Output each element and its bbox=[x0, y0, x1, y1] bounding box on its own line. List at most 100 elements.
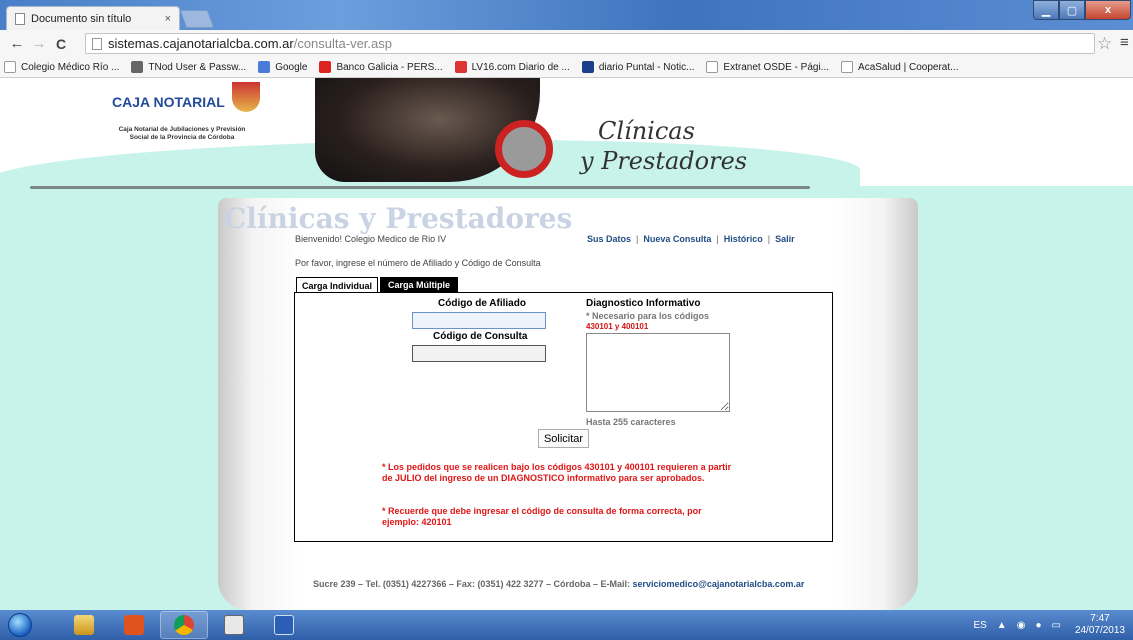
afiliado-input[interactable] bbox=[412, 312, 546, 329]
reload-button[interactable]: C bbox=[50, 36, 72, 52]
bookmark-label: LV16.com Diario de ... bbox=[471, 61, 570, 73]
url-input[interactable]: sistemas.cajanotarialcba.com.ar/consulta… bbox=[85, 33, 1095, 54]
bookmark-item[interactable]: TNod User & Passw... bbox=[131, 61, 246, 73]
header-title-line2: y Prestadores bbox=[580, 147, 748, 175]
stethoscope-icon bbox=[495, 120, 553, 178]
taskbar-word[interactable] bbox=[260, 611, 308, 639]
tray-app-icon[interactable]: ● bbox=[1035, 620, 1041, 631]
bookmark-item[interactable]: Banco Galicia - PERS... bbox=[319, 61, 443, 73]
tab-carga-individual[interactable]: Carga Individual bbox=[296, 277, 378, 293]
tab-close-icon[interactable]: × bbox=[165, 13, 171, 25]
address-bar: ← → C sistemas.cajanotarialcba.com.ar/co… bbox=[0, 30, 1133, 57]
diagnostico-note: * Necesario para los códigos bbox=[586, 311, 710, 321]
form-prompt: Por favor, ingrese el número de Afiliado… bbox=[295, 258, 541, 268]
shield-icon bbox=[231, 82, 260, 112]
page-icon bbox=[92, 37, 102, 50]
page-watermark: Clínicas y Prestadores bbox=[224, 202, 573, 235]
forward-button[interactable]: → bbox=[28, 35, 50, 52]
bookmark-item[interactable]: AcaSalud | Cooperat... bbox=[841, 61, 958, 73]
title-bar: Documento sin título × ▁ ▢ x bbox=[0, 0, 1133, 30]
nav-salir[interactable]: Salir bbox=[775, 234, 795, 244]
warning-codigo: * Recuerde que debe ingresar el código d… bbox=[382, 506, 702, 527]
bookmark-star-icon[interactable]: ☆ bbox=[1097, 34, 1112, 54]
bookmark-label: Colegio Médico Río ... bbox=[21, 61, 120, 73]
new-tab-button[interactable] bbox=[179, 10, 215, 28]
clock-time: 7:47 bbox=[1090, 613, 1110, 624]
close-window-button[interactable]: x bbox=[1085, 0, 1131, 20]
puntal-icon bbox=[581, 61, 594, 73]
diagnostico-label: Diagnostico Informativo bbox=[586, 298, 701, 309]
nav-separator: | bbox=[716, 234, 719, 244]
bookmarks-bar: Colegio Médico Río ... TNod User & Passw.… bbox=[0, 57, 1133, 78]
site-footer: Sucre 239 – Tel. (0351) 4227366 – Fax: (… bbox=[313, 579, 804, 589]
bookmark-label: Extranet OSDE - Pági... bbox=[723, 61, 830, 73]
consulta-input[interactable] bbox=[412, 345, 546, 362]
system-tray: ES ▲ ◉ ● ▭ 7:47 24/07/2013 bbox=[963, 610, 1133, 640]
folder-icon bbox=[74, 615, 94, 635]
clock[interactable]: 7:47 24/07/2013 bbox=[1075, 613, 1125, 637]
bookmark-label: TNod User & Passw... bbox=[148, 61, 247, 73]
diagnostico-limit: Hasta 255 caracteres bbox=[586, 417, 676, 427]
galicia-icon bbox=[319, 61, 332, 73]
taskbar-outlook[interactable] bbox=[110, 611, 158, 639]
bookmark-item[interactable]: Extranet OSDE - Pági... bbox=[706, 61, 829, 73]
logo-subtitle: Caja Notarial de Jubilaciones y Previsió… bbox=[118, 126, 246, 141]
window-controls: ▁ ▢ x bbox=[1033, 0, 1131, 20]
tab-carga-multiple[interactable]: Carga Múltiple bbox=[380, 277, 458, 293]
page-icon bbox=[841, 61, 854, 73]
footer-address: Sucre 239 – Tel. (0351) 4227366 – Fax: (… bbox=[313, 579, 631, 589]
app-window-icon bbox=[224, 615, 244, 635]
language-indicator[interactable]: ES bbox=[973, 620, 986, 631]
bookmark-item[interactable]: diario Puntal - Notic... bbox=[581, 61, 695, 73]
taskbar-chrome[interactable] bbox=[160, 611, 208, 639]
warning-diagnostico: * Los pedidos que se realicen bajo los c… bbox=[382, 462, 732, 483]
tray-monitor-icon[interactable]: ▭ bbox=[1051, 620, 1060, 631]
url-host: sistemas.cajanotarialcba.com.ar bbox=[108, 36, 294, 51]
word-icon bbox=[274, 615, 294, 635]
chrome-icon bbox=[174, 615, 194, 635]
top-nav: Sus Datos | Nueva Consulta | Histórico | Salir bbox=[587, 234, 795, 244]
form-panel bbox=[294, 292, 833, 542]
google-icon bbox=[258, 61, 271, 73]
lv16-icon bbox=[454, 61, 467, 73]
header-title-line1: Clínicas bbox=[598, 117, 695, 145]
start-button[interactable] bbox=[0, 610, 40, 640]
gear-icon bbox=[131, 61, 144, 73]
diagnostico-textarea[interactable] bbox=[586, 333, 730, 412]
diagnostico-codes: 430101 y 400101 bbox=[586, 322, 649, 331]
bookmark-label: diario Puntal - Notic... bbox=[598, 61, 695, 73]
taskbar-app[interactable] bbox=[210, 611, 258, 639]
footer-email[interactable]: serviciomedico@cajanotarialcba.com.ar bbox=[633, 579, 805, 589]
back-button[interactable]: ← bbox=[6, 35, 28, 52]
logo-name: CAJA NOTARIAL bbox=[112, 94, 225, 110]
bookmark-item[interactable]: LV16.com Diario de ... bbox=[454, 61, 570, 73]
taskbar: ES ▲ ◉ ● ▭ 7:47 24/07/2013 bbox=[0, 610, 1133, 640]
page-icon bbox=[15, 12, 25, 25]
bookmark-label: Banco Galicia - PERS... bbox=[336, 61, 443, 73]
tab-title: Documento sin título bbox=[31, 12, 132, 25]
solicitar-button[interactable]: Solicitar bbox=[538, 429, 589, 448]
nav-nueva-consulta[interactable]: Nueva Consulta bbox=[643, 234, 711, 244]
page-icon bbox=[4, 61, 16, 73]
tray-arrow-icon[interactable]: ▲ bbox=[997, 620, 1007, 631]
bookmark-item[interactable]: Google bbox=[258, 61, 307, 73]
windows-orb-icon bbox=[8, 613, 32, 637]
nav-separator: | bbox=[636, 234, 639, 244]
site-logo[interactable]: CAJA NOTARIAL Caja Notarial de Jubilacio… bbox=[112, 82, 262, 142]
welcome-text: Bienvenido! Colegio Medico de Rio IV bbox=[295, 234, 447, 244]
nav-historico[interactable]: Histórico bbox=[724, 234, 763, 244]
page-icon bbox=[706, 61, 719, 73]
nav-sus-datos[interactable]: Sus Datos bbox=[587, 234, 631, 244]
browser-tab[interactable]: Documento sin título × bbox=[6, 6, 180, 30]
outlook-icon bbox=[124, 615, 144, 635]
menu-icon[interactable]: ≡ bbox=[1120, 34, 1129, 51]
minimize-button[interactable]: ▁ bbox=[1033, 0, 1059, 20]
nav-separator: | bbox=[767, 234, 771, 244]
maximize-button[interactable]: ▢ bbox=[1059, 0, 1085, 20]
header-divider bbox=[30, 186, 810, 189]
bookmark-item[interactable]: Colegio Médico Río ... bbox=[4, 61, 119, 73]
taskbar-explorer[interactable] bbox=[60, 611, 108, 639]
consulta-label: Código de Consulta bbox=[433, 331, 528, 342]
network-icon[interactable]: ◉ bbox=[1017, 620, 1026, 631]
bookmark-label: Google bbox=[275, 61, 308, 73]
